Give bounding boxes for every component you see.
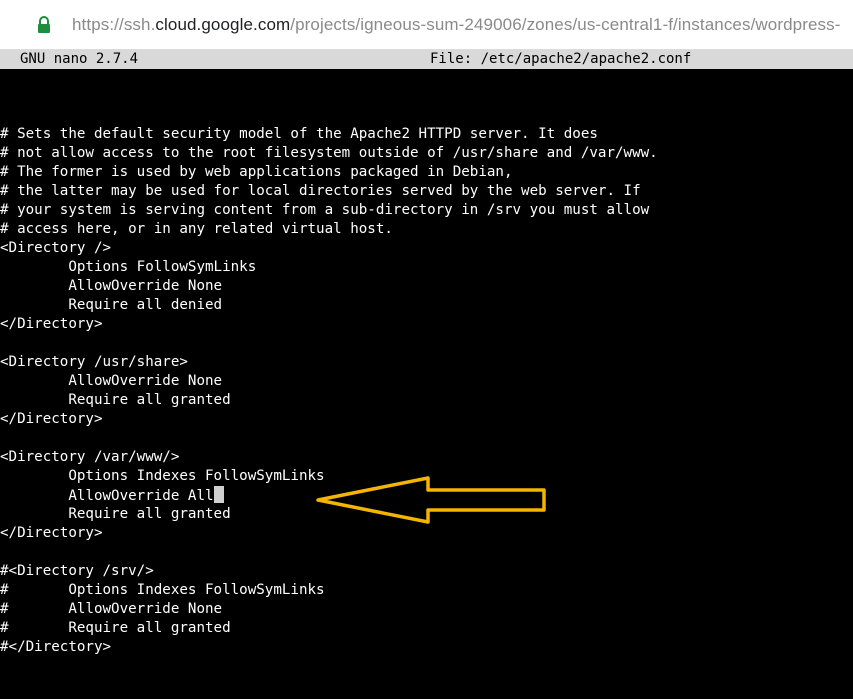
address-bar[interactable]: https://ssh.cloud.google.com/projects/ig… <box>0 0 853 50</box>
editor-line: Require all denied <box>0 297 223 313</box>
editor-line: # The former is used by web applications… <box>0 164 513 180</box>
editor-line: </Directory> <box>0 525 103 541</box>
nano-title-bar: GNU nano 2.7.4 File: /etc/apache2/apache… <box>0 50 853 69</box>
editor-text-area[interactable]: # Sets the default security model of the… <box>0 125 853 657</box>
editor-line: # AllowOverride None <box>0 601 223 617</box>
editor-line: # Sets the default security model of the… <box>0 126 598 142</box>
editor-line: </Directory> <box>0 316 103 332</box>
editor-line: # access here, or in any related virtual… <box>0 221 393 237</box>
editor-line: <Directory /usr/share> <box>0 354 188 370</box>
editor-line: AllowOverride None <box>0 373 223 389</box>
url-prefix: https://ssh. <box>72 14 156 34</box>
editor-line: AllowOverride None <box>0 278 223 294</box>
nano-version: GNU nano 2.7.4 <box>20 51 139 67</box>
editor-line: # Require all granted <box>0 620 231 636</box>
url-path: /projects/igneous-sum-249006/zones/us-ce… <box>290 14 841 34</box>
editor-line: <Directory /var/www/> <box>0 449 180 465</box>
nano-filename: File: /etc/apache2/apache2.conf <box>430 51 692 67</box>
url-host: cloud.google.com <box>155 14 291 34</box>
editor-line: # your system is serving content from a … <box>0 202 650 218</box>
editor-line: </Directory> <box>0 411 103 427</box>
editor-line: #</Directory> <box>0 639 112 655</box>
text-cursor <box>213 486 224 503</box>
editor-line: # Options Indexes FollowSymLinks <box>0 582 325 598</box>
editor-line: <Directory /> <box>0 240 112 256</box>
editor-line: # the latter may be used for local direc… <box>0 183 641 199</box>
arrow-annotation <box>316 476 546 524</box>
editor-line: # not allow access to the root filesyste… <box>0 145 658 161</box>
url-text[interactable]: https://ssh.cloud.google.com/projects/ig… <box>72 15 840 35</box>
editor-line: #<Directory /srv/> <box>0 563 154 579</box>
editor-line: Options FollowSymLinks <box>0 259 257 275</box>
editor-line: Require all granted <box>0 392 231 408</box>
lock-icon[interactable] <box>24 0 64 50</box>
